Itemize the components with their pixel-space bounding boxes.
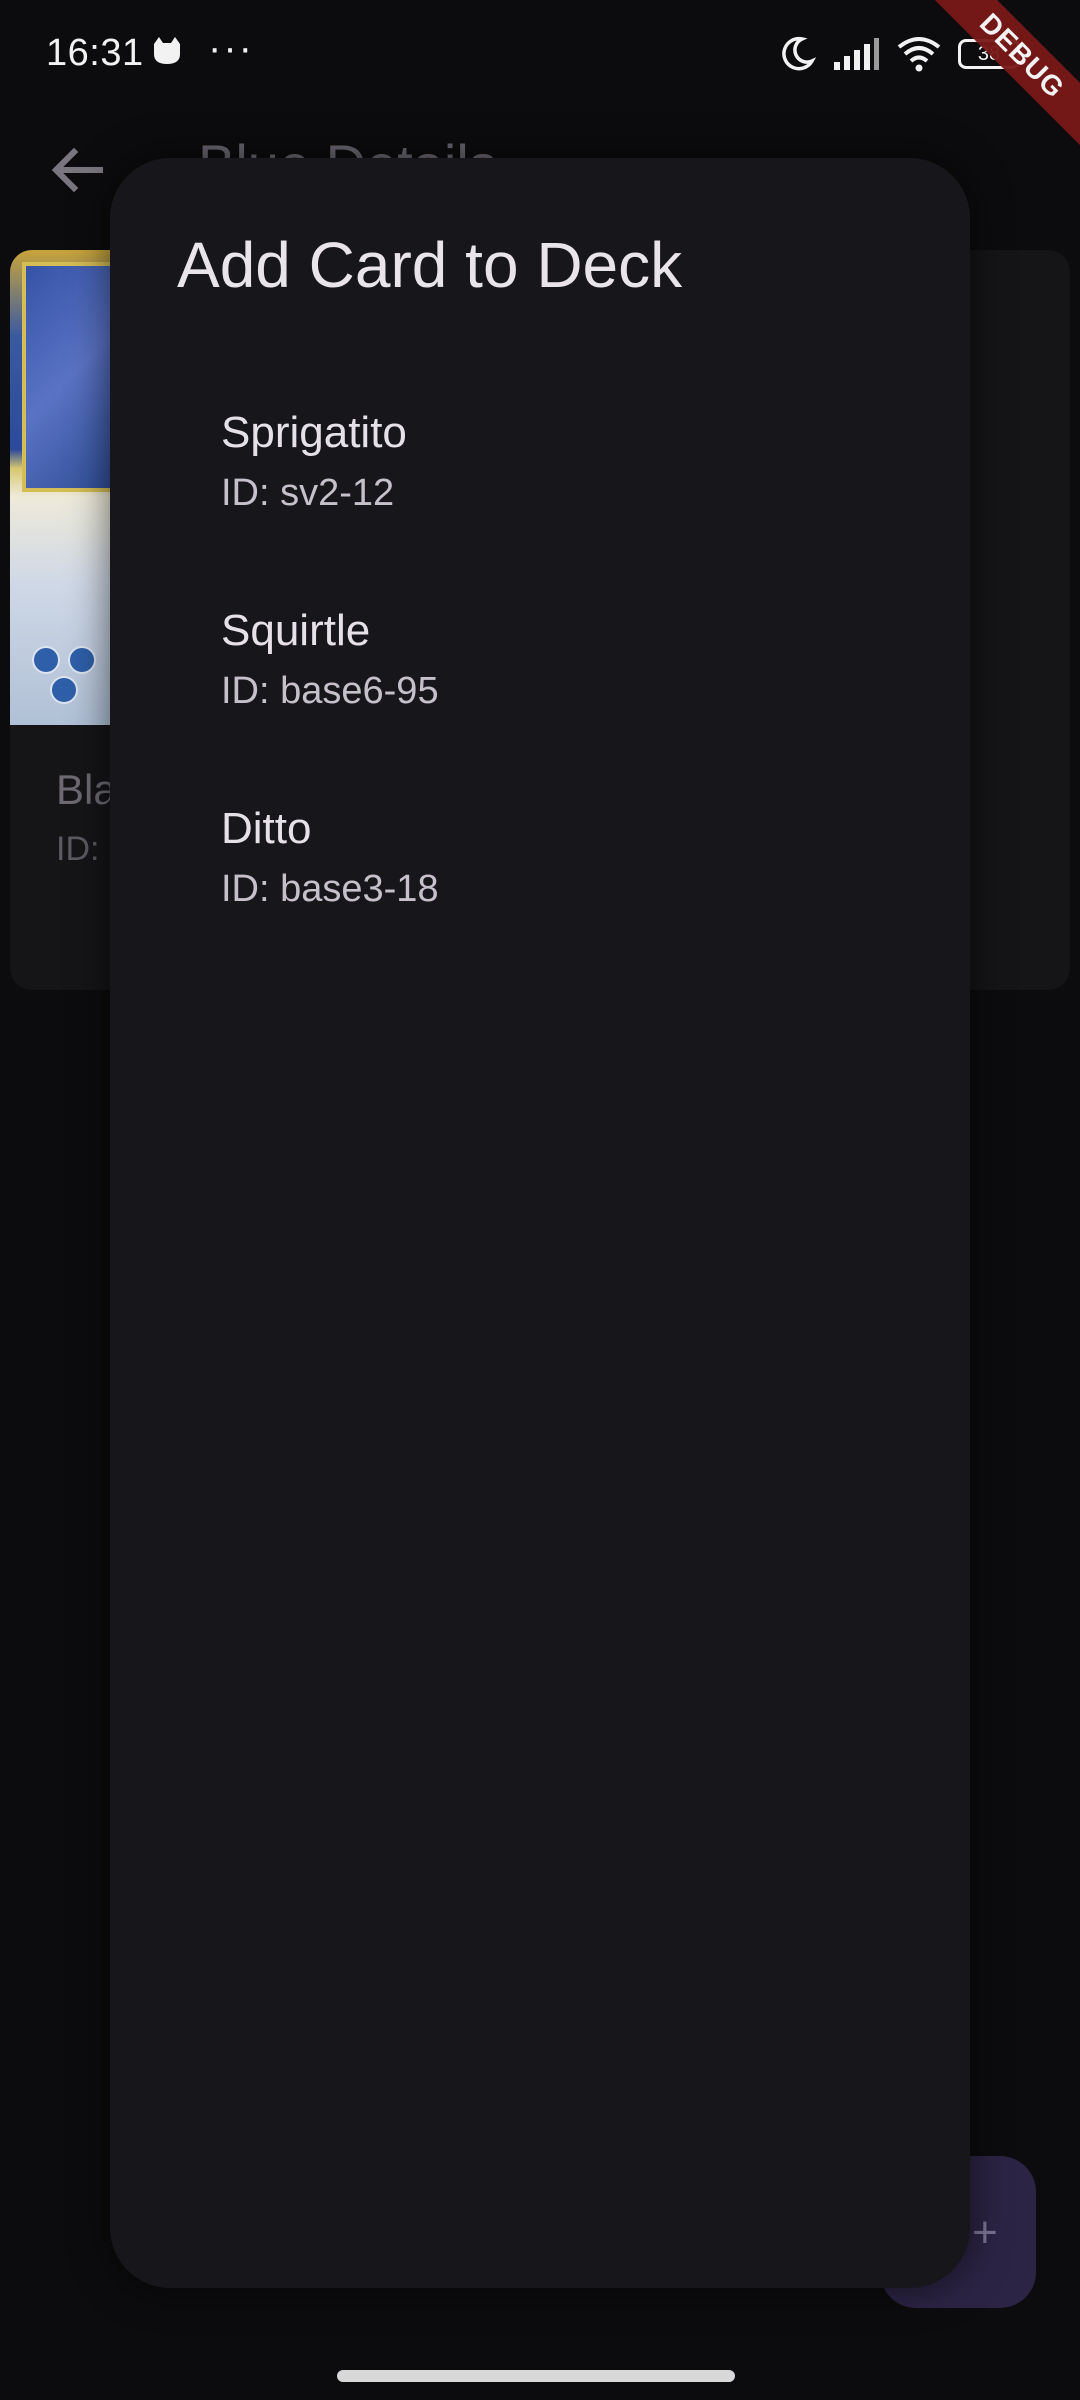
deck-option-sprigatito[interactable]: Sprigatito ID: sv2-12 xyxy=(110,368,970,566)
energy-icon xyxy=(68,646,96,674)
option-id: ID: sv2-12 xyxy=(221,472,395,514)
status-time: 16:31 xyxy=(46,32,144,74)
card-name: Bla xyxy=(56,766,117,813)
fab-label: + xyxy=(972,2208,998,2257)
moon-icon xyxy=(782,36,816,71)
option-id: ID: base3-18 xyxy=(221,868,439,910)
arrow-left-icon[interactable] xyxy=(48,140,108,200)
cat-face-icon xyxy=(154,37,180,64)
dialog-title: Add Card to Deck xyxy=(177,229,683,301)
add-card-dialog: Add Card to Deck Sprigatito ID: sv2-12 S… xyxy=(110,158,970,2288)
option-name: Squirtle xyxy=(221,606,371,655)
deck-option-ditto[interactable]: Ditto ID: base3-18 xyxy=(110,764,970,962)
card-artwork xyxy=(22,262,118,492)
more-notifications-indicator: ··· xyxy=(208,26,254,70)
option-id: ID: base6-95 xyxy=(221,670,439,712)
energy-icon xyxy=(50,676,78,704)
deck-option-squirtle[interactable]: Squirtle ID: base6-95 xyxy=(110,566,970,764)
status-bar: 16:31 ··· 38 xyxy=(0,0,1080,115)
signal-icon xyxy=(834,38,879,70)
gesture-nav-handle[interactable] xyxy=(337,2370,735,2382)
energy-icon xyxy=(32,646,60,674)
option-name: Ditto xyxy=(221,804,312,853)
option-name: Sprigatito xyxy=(221,408,407,457)
wifi-icon xyxy=(897,37,941,72)
card-id: ID: xyxy=(56,830,100,868)
